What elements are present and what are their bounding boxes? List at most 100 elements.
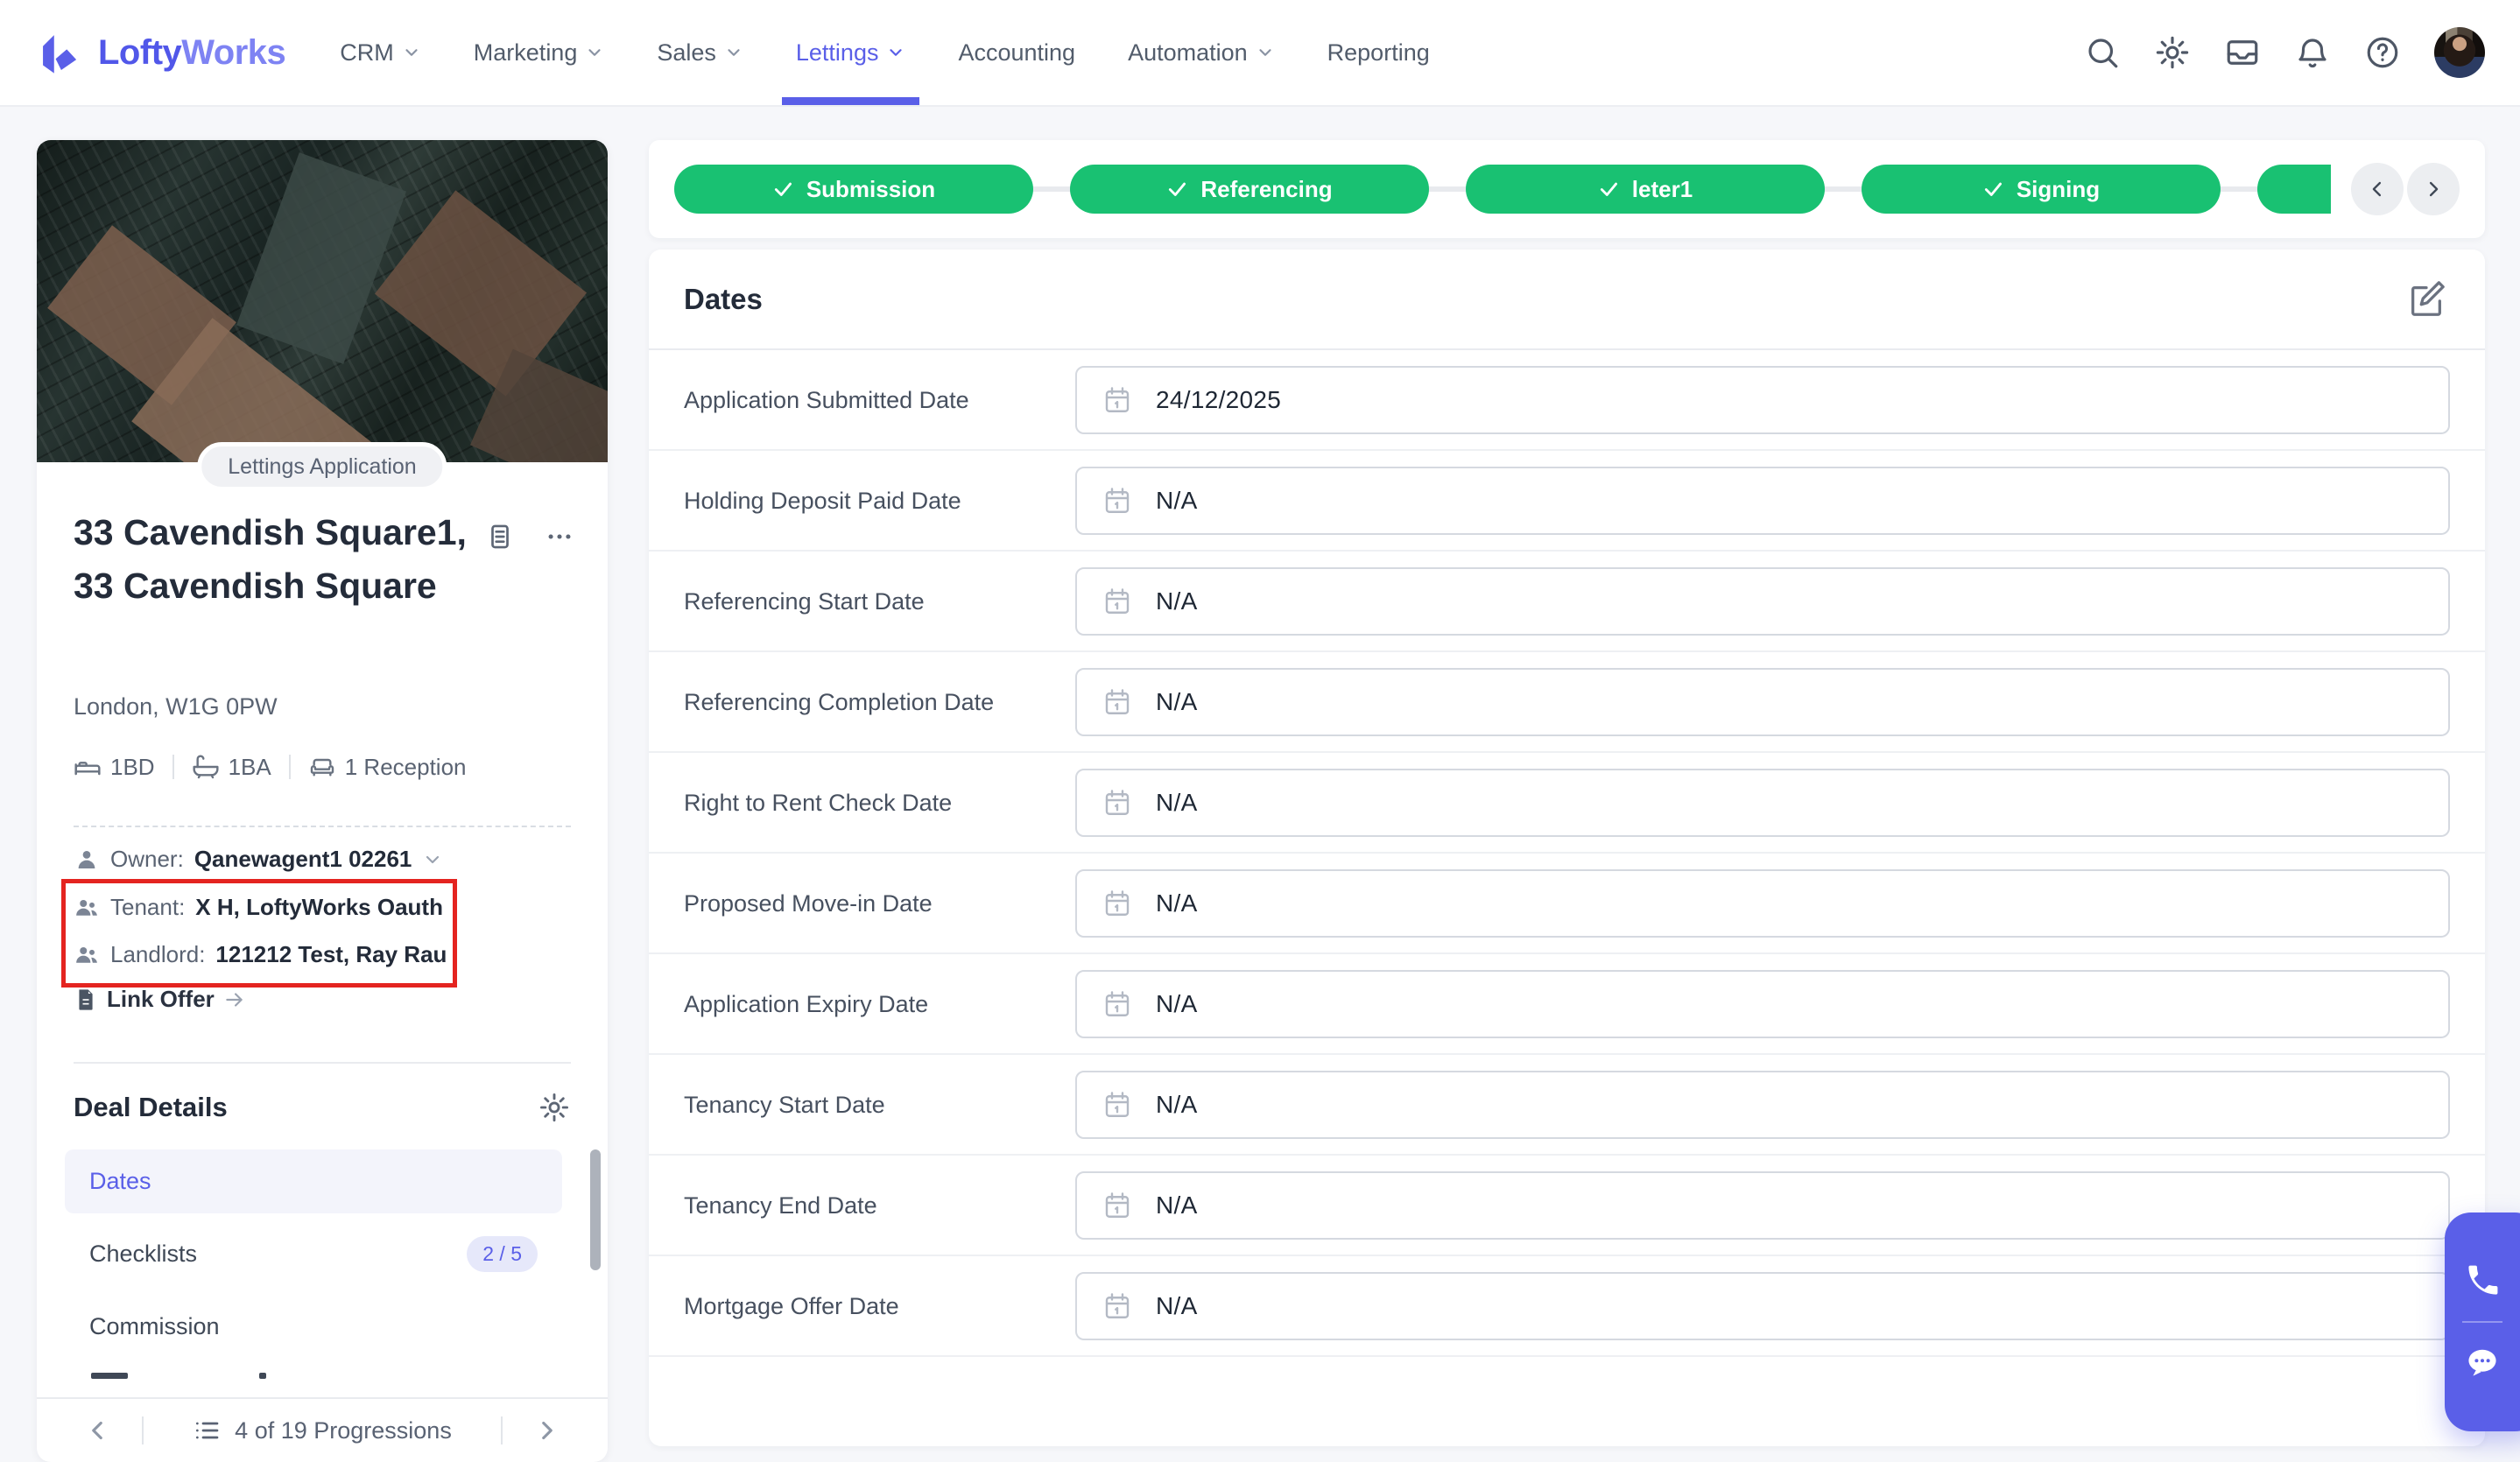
chevron-down-icon <box>728 49 740 56</box>
date-row: Referencing Start Date N/A <box>649 552 2485 652</box>
dates-panel-header: Dates <box>649 250 2485 350</box>
section-divider <box>74 1062 571 1064</box>
landlord-row[interactable]: Landlord: 121212 Test, Ray Rau <box>74 941 447 968</box>
date-row: Application Submitted Date 24/12/2025 <box>649 350 2485 451</box>
deal-settings-gear-icon[interactable] <box>538 1091 571 1124</box>
top-nav: LoftyWorks CRM Marketing Sales Lettings … <box>0 0 2520 107</box>
chevron-down-icon <box>1259 49 1271 56</box>
edit-dates-button[interactable] <box>2406 279 2446 320</box>
sofa-icon <box>310 758 334 777</box>
calendar-icon <box>1105 890 1130 916</box>
users-icon <box>76 899 97 916</box>
nav-item-crm[interactable]: CRM <box>340 0 421 105</box>
sidebar-scrollbar[interactable] <box>590 1149 601 1270</box>
calendar-icon <box>1105 1293 1130 1318</box>
calendar-icon <box>1105 1092 1130 1117</box>
notifications-bell-icon[interactable] <box>2294 34 2331 71</box>
calendar-icon <box>1105 387 1130 412</box>
user-avatar[interactable] <box>2434 27 2485 78</box>
holding-deposit-paid-date-input[interactable]: N/A <box>1075 467 2450 535</box>
property-photo <box>37 140 608 462</box>
chevron-down-icon <box>588 49 601 56</box>
owner-row[interactable]: Owner: Qanewagent1 02261 <box>74 846 443 873</box>
step-leter1[interactable]: leter1 <box>1466 165 1825 214</box>
sidebar-item-clipped <box>65 1367 562 1380</box>
prev-progression-button[interactable] <box>82 1416 112 1445</box>
help-icon[interactable] <box>2364 34 2401 71</box>
next-progression-button[interactable] <box>532 1416 562 1445</box>
referencing-completion-date-input[interactable]: N/A <box>1075 668 2450 736</box>
nav-item-accounting[interactable]: Accounting <box>958 0 1075 105</box>
dates-panel-title: Dates <box>684 282 763 315</box>
sidebar-item-commission[interactable]: Commission <box>65 1295 562 1359</box>
more-options-icon[interactable] <box>545 522 574 552</box>
pagination-text: 4 of 19 Progressions <box>235 1416 452 1444</box>
property-stats: 1BD 1BA 1 Reception <box>74 753 467 781</box>
step-partial-next[interactable] <box>2257 165 2331 214</box>
chevron-down-icon[interactable] <box>422 849 443 870</box>
nav-item-reporting[interactable]: Reporting <box>1327 0 1430 105</box>
referencing-start-date-input[interactable]: N/A <box>1075 567 2450 636</box>
right-to-rent-check-date-input[interactable]: N/A <box>1075 769 2450 837</box>
property-address: London, W1G 0PW <box>74 693 278 720</box>
check-icon <box>1600 182 1617 196</box>
nav-item-sales[interactable]: Sales <box>657 0 743 105</box>
tenancy-end-date-input[interactable]: N/A <box>1075 1171 2450 1240</box>
steps-scroll-left-button[interactable] <box>2351 163 2404 215</box>
stat-bedrooms: 1BD <box>74 753 155 781</box>
settings-gear-icon[interactable] <box>2154 34 2191 71</box>
main-menu: CRM Marketing Sales Lettings Accounting … <box>340 0 1430 105</box>
calendar-icon <box>1105 689 1130 714</box>
date-row: Right to Rent Check Date N/A <box>649 753 2485 854</box>
arrow-right-icon <box>226 992 243 1007</box>
step-signing[interactable]: Signing <box>1862 165 2221 214</box>
loftyworks-logo-icon <box>43 35 77 74</box>
proposed-move-in-date-input[interactable]: N/A <box>1075 869 2450 938</box>
step-submission[interactable]: Submission <box>674 165 1033 214</box>
chevron-down-icon <box>405 49 418 56</box>
bath-icon <box>193 755 219 779</box>
deal-details-header: Deal Details <box>74 1091 571 1124</box>
user-icon <box>78 850 95 868</box>
sidebar-item-checklists[interactable]: Checklists 2 / 5 <box>65 1222 562 1286</box>
bed-icon <box>74 762 101 776</box>
tenancy-start-date-input[interactable]: N/A <box>1075 1071 2450 1139</box>
check-icon <box>1984 182 2002 196</box>
dashed-divider <box>74 826 571 827</box>
date-row: Tenancy Start Date N/A <box>649 1055 2485 1156</box>
calendar-icon <box>1105 588 1130 614</box>
application-type-badge: Lettings Application <box>197 442 447 491</box>
sidebar-item-dates[interactable]: Dates <box>65 1149 562 1213</box>
phone-call-icon[interactable] <box>2463 1262 2502 1300</box>
check-icon <box>1169 182 1186 196</box>
mortgage-offer-date-input[interactable]: N/A <box>1075 1272 2450 1340</box>
nav-icon-group <box>2084 27 2485 78</box>
nav-item-lettings[interactable]: Lettings <box>781 0 920 105</box>
checklists-progress-badge: 2 / 5 <box>467 1236 538 1272</box>
deal-details-list: Dates Checklists 2 / 5 Commission <box>65 1149 562 1380</box>
application-submitted-date-input[interactable]: 24/12/2025 <box>1075 366 2450 434</box>
nav-item-marketing[interactable]: Marketing <box>474 0 605 105</box>
application-expiry-date-input[interactable]: N/A <box>1075 970 2450 1038</box>
calendar-icon <box>1105 1192 1130 1218</box>
dates-panel: Dates Application Submitted Date 24/12/2… <box>649 250 2485 1446</box>
date-row: Mortgage Offer Date N/A <box>649 1256 2485 1357</box>
step-referencing[interactable]: Referencing <box>1070 165 1429 214</box>
inbox-icon[interactable] <box>2224 34 2261 71</box>
deal-details-title: Deal Details <box>74 1092 228 1122</box>
file-icon <box>79 988 93 1010</box>
date-row: Holding Deposit Paid Date N/A <box>649 451 2485 552</box>
loftyworks-logo[interactable]: LoftyWorks <box>35 27 286 78</box>
brand-name: LoftyWorks <box>98 32 286 72</box>
nav-item-automation[interactable]: Automation <box>1128 0 1275 105</box>
search-icon[interactable] <box>2084 34 2121 71</box>
chat-icon[interactable] <box>2463 1344 2502 1382</box>
steps-scroll-right-button[interactable] <box>2407 163 2460 215</box>
progression-steps-card: Submission Referencing leter1 Signing <box>649 140 2485 238</box>
notes-document-icon[interactable] <box>485 522 515 552</box>
list-icon <box>196 1422 219 1439</box>
tenant-row[interactable]: Tenant: X H, LoftyWorks Oauth <box>74 894 443 921</box>
chevron-right-icon <box>2429 181 2439 197</box>
link-offer-button[interactable]: Link Offer <box>74 986 246 1013</box>
stat-receptions: 1 Reception <box>308 753 467 781</box>
